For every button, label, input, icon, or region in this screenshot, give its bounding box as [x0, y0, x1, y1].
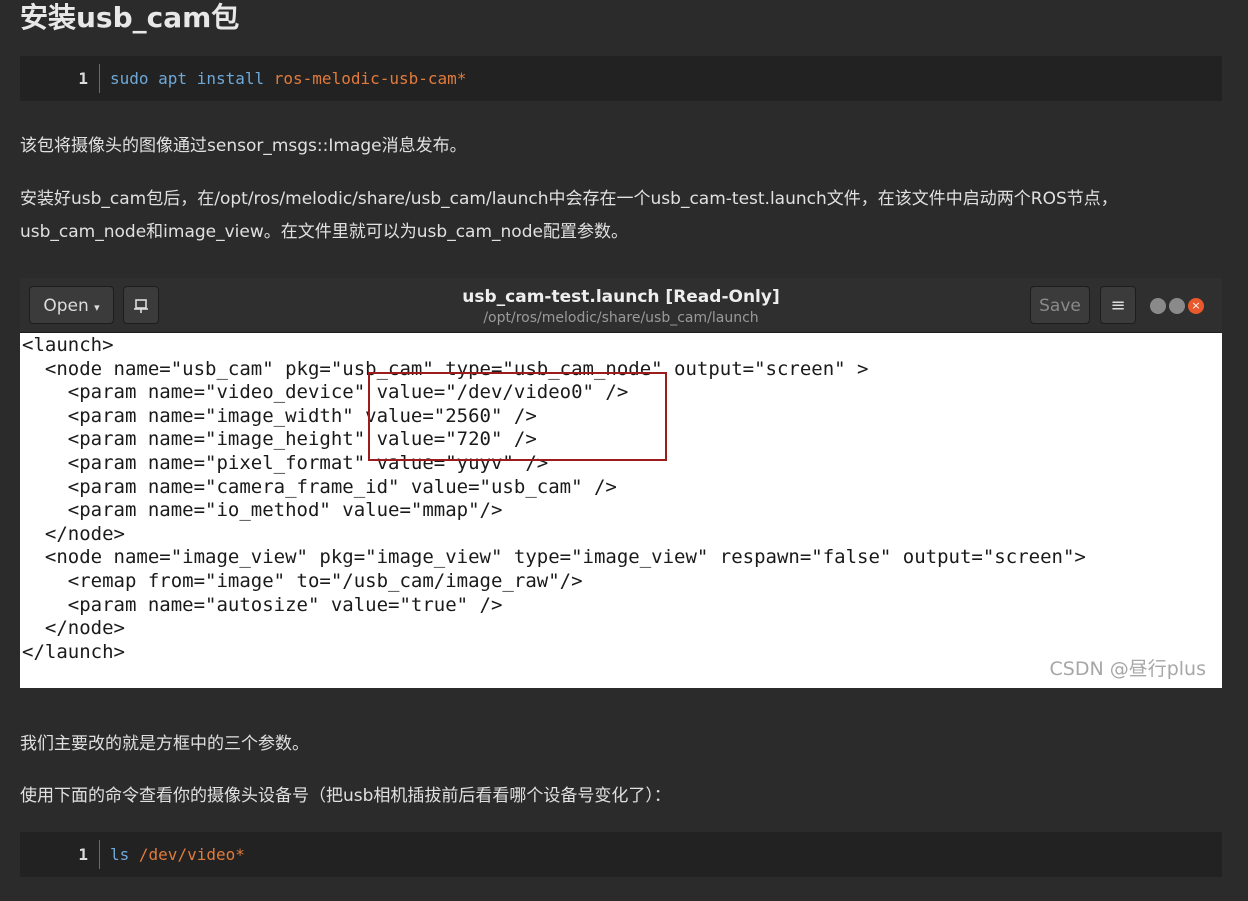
- code-command: sudo apt install: [110, 69, 274, 88]
- minimize-icon[interactable]: [1150, 298, 1166, 314]
- code-command: ls: [110, 845, 139, 864]
- editor-line: <launch>: [22, 334, 114, 356]
- paragraph-description: 该包将摄像头的图像通过sensor_msgs::Image消息发布。: [20, 136, 467, 156]
- code-block-install: 1 sudo apt install ros-melodic-usb-cam*: [20, 56, 1222, 101]
- watermark: CSDN @昼行plus: [1049, 658, 1207, 680]
- code-line[interactable]: ls /dev/video*: [110, 845, 245, 864]
- editor-screenshot: Open ▾ usb_cam-test.launch [Read-Only] /…: [20, 278, 1222, 688]
- line-number: 1: [78, 845, 88, 864]
- editor-line: <remap from="image" to="/usb_cam/image_r…: [22, 569, 583, 592]
- editor-line: <param name="autosize" value="true" />: [22, 593, 503, 616]
- maximize-icon[interactable]: [1169, 298, 1185, 314]
- code-line[interactable]: sudo apt install ros-melodic-usb-cam*: [110, 69, 466, 88]
- menu-button[interactable]: ≡: [1100, 286, 1136, 324]
- editor-line: </launch>: [22, 640, 125, 663]
- hamburger-icon: ≡: [1110, 295, 1126, 316]
- section-heading: 安装usb_cam包: [20, 1, 240, 34]
- editor-line: <node name="image_view" pkg="image_view"…: [22, 546, 1086, 569]
- save-button[interactable]: Save: [1030, 286, 1090, 324]
- highlight-box: [368, 372, 667, 461]
- paragraph-launch-info: 安装好usb_cam包后，在/opt/ros/melodic/share/usb…: [20, 189, 1118, 242]
- code-block-ls: 1 ls /dev/video*: [20, 832, 1222, 877]
- close-icon[interactable]: ×: [1188, 298, 1204, 314]
- line-separator: [99, 840, 100, 869]
- line-separator: [99, 64, 100, 93]
- editor-line: <param name="camera_frame_id" value="usb…: [22, 475, 617, 498]
- paragraph-note: 我们主要改的就是方框中的三个参数。: [20, 734, 309, 754]
- code-argument: /dev/video*: [138, 845, 245, 864]
- editor-header-bar: Open ▾ usb_cam-test.launch [Read-Only] /…: [20, 278, 1222, 333]
- line-number: 1: [78, 69, 88, 88]
- editor-line: <param name="io_method" value="mmap"/>: [22, 499, 503, 522]
- code-argument: ros-melodic-usb-cam*: [273, 69, 467, 88]
- paragraph-command-info: 使用下面的命令查看你的摄像头设备号（把usb相机插拔前后看看哪个设备号变化了）：: [20, 786, 671, 806]
- editor-line: </node>: [22, 617, 125, 640]
- editor-line: </node>: [22, 522, 125, 545]
